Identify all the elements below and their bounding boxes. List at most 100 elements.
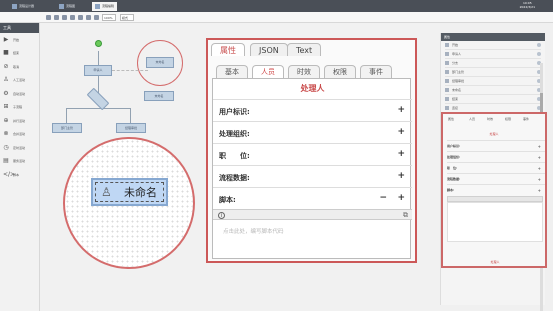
add-button[interactable]: + xyxy=(397,149,405,159)
sidebar-item-start[interactable]: ▶ 开始 xyxy=(0,33,39,47)
undo-icon[interactable] xyxy=(54,15,59,20)
node-unnamed-highlight[interactable]: 未命名 xyxy=(146,57,174,68)
sidebar-item-timer[interactable]: ◷ 定时活动 xyxy=(0,141,39,155)
sidebar-item-merge[interactable]: ⊗ 合并活动 xyxy=(0,128,39,142)
subprocess-icon: ⊞ xyxy=(3,103,9,111)
timer-icon: ◷ xyxy=(3,143,9,151)
mini-tab-timeliness[interactable]: 时效 xyxy=(487,117,493,121)
sidebar-item-code[interactable]: </> 脚本 xyxy=(0,168,39,182)
mini-tab-events[interactable]: 事件 xyxy=(523,117,529,121)
mini-panel-footer: 处理人 xyxy=(490,260,500,264)
clock: 10:05 2022/3/21 xyxy=(519,1,535,9)
zoom-select[interactable]: 100% xyxy=(102,14,116,21)
expand-icon[interactable]: ⧉ xyxy=(403,212,408,219)
gear-icon: ⚙ xyxy=(3,89,9,97)
start-node[interactable] xyxy=(95,40,102,47)
window-icon xyxy=(12,3,17,9)
flow-line xyxy=(66,108,130,109)
node-dept-manager[interactable]: 部门主管 xyxy=(52,123,82,133)
tab-properties[interactable]: 属性 xyxy=(211,43,245,56)
layer-item[interactable]: 经理审批 xyxy=(445,77,541,86)
redo-icon[interactable] xyxy=(62,15,67,20)
mini-panel-title: 处理人 xyxy=(489,132,499,136)
node-unnamed-small[interactable]: 未命名 xyxy=(144,91,174,101)
parallel-icon: ⊕ xyxy=(3,116,9,124)
mini-tab-permissions[interactable]: 权限 xyxy=(505,117,511,121)
subtab-permissions[interactable]: 权限 xyxy=(324,65,356,78)
node-icon xyxy=(445,43,449,47)
info-icon[interactable]: i xyxy=(218,212,225,219)
mini-row: 脚本: + xyxy=(447,184,545,195)
add-button[interactable]: + xyxy=(397,171,405,181)
merge-icon: ⊗ xyxy=(3,130,9,138)
script-placeholder[interactable]: 点击此处，编写脚本代码 xyxy=(223,227,284,235)
subtab-basic[interactable]: 基本 xyxy=(216,65,248,78)
property-panel: 属性 JSON Text 基本 人员 时效 权限 事件 处理人 用户标识: + … xyxy=(206,38,417,263)
layer-item[interactable]: 开始 xyxy=(445,41,541,50)
window-icon xyxy=(95,3,100,9)
user-icon: ♙ xyxy=(3,76,9,84)
layer-item[interactable]: 部门主管 xyxy=(445,68,541,77)
row-process-data: 流程数据: + xyxy=(213,165,412,187)
mode-select[interactable]: 模式 xyxy=(120,14,134,21)
tab-json[interactable]: JSON xyxy=(250,43,288,56)
mini-property-panel: 属性 人员 时效 权限 事件 处理人 用户标识: + 处理组织: + 职 位: + 流… xyxy=(441,112,547,268)
remove-button[interactable]: − xyxy=(379,193,387,203)
node-applicant[interactable]: 申请人 xyxy=(84,65,112,76)
tab-process-designer[interactable]: 流程设计器 xyxy=(9,2,37,11)
tab-process-chart[interactable]: 流程图 xyxy=(56,2,78,11)
align-icon[interactable] xyxy=(94,15,99,20)
play-icon: ▶ xyxy=(3,35,9,43)
node-icon xyxy=(445,106,449,110)
sidebar-item-service[interactable]: ▤ 服务活动 xyxy=(0,155,39,169)
mini-tab-personnel[interactable]: 人员 xyxy=(469,117,475,121)
window-controls[interactable] xyxy=(537,3,551,18)
selection-outline xyxy=(95,182,164,202)
node-unnamed-zoomed[interactable]: ♙ 未命名 xyxy=(91,178,168,206)
mini-row: 职 位: + xyxy=(447,162,545,173)
add-button[interactable]: + xyxy=(397,105,405,115)
copy-icon[interactable] xyxy=(78,15,83,20)
add-button[interactable]: + xyxy=(538,185,541,196)
node-icon xyxy=(445,88,449,92)
row-user-id: 用户标识: + xyxy=(213,99,412,121)
paste-icon[interactable] xyxy=(86,15,91,20)
tab-text[interactable]: Text xyxy=(287,43,322,56)
visibility-icon[interactable] xyxy=(537,43,541,47)
sidebar-item-end[interactable]: ■ 结束 xyxy=(0,47,39,61)
sub-tabs: 基本 人员 时效 权限 事件 xyxy=(212,64,412,78)
zoom-magnifier: ♙ 未命名 xyxy=(63,137,195,269)
mini-script-editor[interactable] xyxy=(447,202,543,242)
visibility-icon[interactable] xyxy=(537,52,541,56)
sidebar-item-auto-task[interactable]: ⚙ 自动活动 xyxy=(0,87,39,101)
subtab-timeliness[interactable]: 时效 xyxy=(288,65,320,78)
top-bar: 流程设计器 流程图 流程编辑 10:05 2022/3/21 xyxy=(0,0,553,18)
service-icon: ▤ xyxy=(3,157,9,165)
add-button[interactable]: + xyxy=(397,193,405,203)
sidebar-item-user-task[interactable]: ♙ 人工活动 xyxy=(0,74,39,88)
mini-tab-properties[interactable]: 属性 xyxy=(448,117,454,121)
node-icon xyxy=(445,79,449,83)
script-toolbar: i ⧉ xyxy=(213,209,412,220)
row-org: 处理组织: + xyxy=(213,121,412,143)
add-button[interactable]: + xyxy=(397,127,405,137)
sidebar-item-cancel[interactable]: ⊘ 取消 xyxy=(0,60,39,74)
delete-icon[interactable] xyxy=(70,15,75,20)
layer-item[interactable]: 结束 xyxy=(445,95,541,104)
sidebar-title: 工具 xyxy=(0,23,39,33)
gateway-node[interactable] xyxy=(86,87,110,111)
layer-item[interactable]: 申请人 xyxy=(445,50,541,59)
save-icon[interactable] xyxy=(46,15,51,20)
row-position: 职 位: + xyxy=(213,143,412,165)
node-icon xyxy=(445,70,449,74)
subtab-personnel[interactable]: 人员 xyxy=(252,65,284,78)
node-manager[interactable]: 经理审批 xyxy=(116,123,146,133)
sidebar-item-parallel[interactable]: ⊕ 并行活动 xyxy=(0,114,39,128)
dashed-connector xyxy=(112,70,148,71)
layer-item[interactable]: 未命名 xyxy=(445,86,541,95)
subtab-events[interactable]: 事件 xyxy=(360,65,392,78)
layer-item[interactable]: 分支 xyxy=(445,59,541,68)
panel-tabs: 属性 JSON Text xyxy=(208,40,415,56)
sidebar-item-subprocess[interactable]: ⊞ 子流程 xyxy=(0,101,39,115)
tab-process-edit[interactable]: 流程编辑 xyxy=(92,2,118,11)
